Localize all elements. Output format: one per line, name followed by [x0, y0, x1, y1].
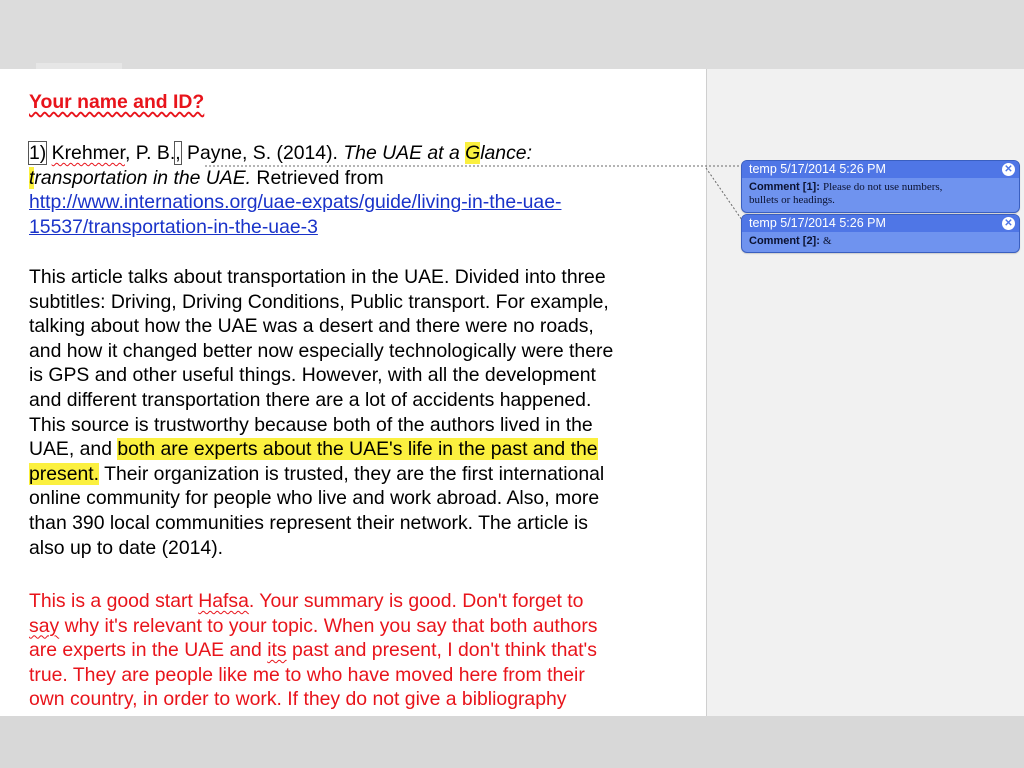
misspelled-word: its: [267, 639, 287, 662]
bottom-band: [0, 716, 1024, 768]
comment-author-date: temp 5/17/2014 5:26 PM: [749, 216, 886, 230]
summary-line: present. Their organization is trusted, …: [29, 462, 613, 487]
summary-line: talking about how the UAE was a desert a…: [29, 315, 594, 338]
misspelled-word: Hafsa: [198, 590, 249, 612]
close-icon[interactable]: ✕: [1002, 163, 1015, 176]
feedback-text: . Your summary is good. Don't forget to: [248, 590, 584, 612]
summary-line: subtitles: Driving, Driving Conditions, …: [29, 290, 609, 313]
comment-header: temp 5/17/2014 5:26 PM ✕: [742, 215, 1019, 232]
highlighted-text: present.: [29, 462, 100, 485]
summary-line: also up to date (2014).: [29, 536, 224, 559]
highlighted-letter: G: [465, 142, 481, 164]
feedback-text: This is a good start: [29, 590, 199, 612]
citation: 1) Krehmer, P. B., Payne, S. (2014). The…: [27, 141, 561, 240]
author-1: Krehmer: [51, 142, 125, 164]
summary-line: online community for people who live and…: [29, 487, 600, 510]
page-title: Your name and ID?: [29, 91, 205, 113]
comment-header: temp 5/17/2014 5:26 PM ✕: [742, 161, 1019, 178]
comment-text: bullets or headings.: [749, 194, 835, 206]
summary-line: than 390 local communities represent the…: [29, 511, 589, 534]
comment-text: &: [822, 235, 832, 247]
comment-balloon-1[interactable]: temp 5/17/2014 5:26 PM ✕ Comment [1]: Pl…: [741, 160, 1020, 213]
close-icon[interactable]: ✕: [1002, 217, 1015, 230]
feedback-line: own country, in order to work. If they d…: [29, 688, 567, 711]
comment-text: Please do not use numbers,: [822, 181, 943, 193]
feedback-text: are experts in the UAE and: [29, 639, 268, 662]
feedback-text: why it's relevant to your topic. When yo…: [59, 614, 598, 637]
comment-balloon-2[interactable]: temp 5/17/2014 5:26 PM ✕ Comment [2]: &: [741, 214, 1020, 253]
citation-line-2: transportation in the UAE. Retrieved fro…: [29, 166, 561, 191]
misspelled-word: say: [29, 614, 60, 637]
highlighted-text: both are experts about the UAE's life in…: [117, 438, 598, 461]
summary-line: UAE, and both are experts about the UAE'…: [29, 437, 613, 462]
comment-author-date: temp 5/17/2014 5:26 PM: [749, 162, 886, 176]
feedback-line: are experts in the UAE and its past and …: [29, 638, 598, 663]
comment-label: Comment [1]:: [749, 181, 820, 193]
summary-line: is GPS and other useful things. However,…: [29, 364, 596, 387]
comment-label: Comment [2]:: [749, 235, 820, 247]
summary-line: This source is trustworthy because both …: [29, 413, 593, 436]
summary-paragraph: This article talks about transportation …: [29, 265, 613, 560]
source-title-start: The UAE at a: [343, 142, 466, 164]
feedback-line: say why it's relevant to your topic. Whe…: [29, 614, 598, 639]
summary-text: Their organization is trusted, they are …: [99, 462, 605, 485]
summary-line: and different transportation there are a…: [29, 388, 592, 411]
summary-line: and how it changed better now especially…: [29, 339, 614, 362]
source-title-rest: lance:: [480, 142, 532, 164]
author-2: Payne, S. (2014).: [181, 142, 344, 164]
citation-line-1: 1) Krehmer, P. B., Payne, S. (2014). The…: [27, 141, 561, 166]
source-title-end: ransportation in the UAE.: [34, 166, 252, 189]
source-link-line-1[interactable]: http://www.internations.org/uae-expats/g…: [29, 190, 561, 215]
feedback-line: This is a good start Hafsa. Your summary…: [29, 589, 598, 614]
summary-line: This article talks about transportation …: [29, 266, 606, 288]
comment-body[interactable]: Comment [2]: &: [742, 232, 1019, 251]
source-link-line-2[interactable]: 15537/transportation-in-the-uae-3: [29, 215, 561, 240]
feedback-text: past and present, I don't think that's: [286, 639, 597, 662]
retrieved-text: Retrieved from: [251, 166, 384, 189]
author-1-initials: , P. B.: [124, 142, 176, 164]
teacher-feedback: This is a good start Hafsa. Your summary…: [29, 589, 598, 712]
feedback-line: true. They are people like me to who hav…: [29, 663, 585, 686]
comment-body[interactable]: Comment [1]: Please do not use numbers, …: [742, 178, 1019, 210]
summary-text: UAE, and: [29, 438, 118, 461]
citation-number: 1): [27, 141, 48, 165]
